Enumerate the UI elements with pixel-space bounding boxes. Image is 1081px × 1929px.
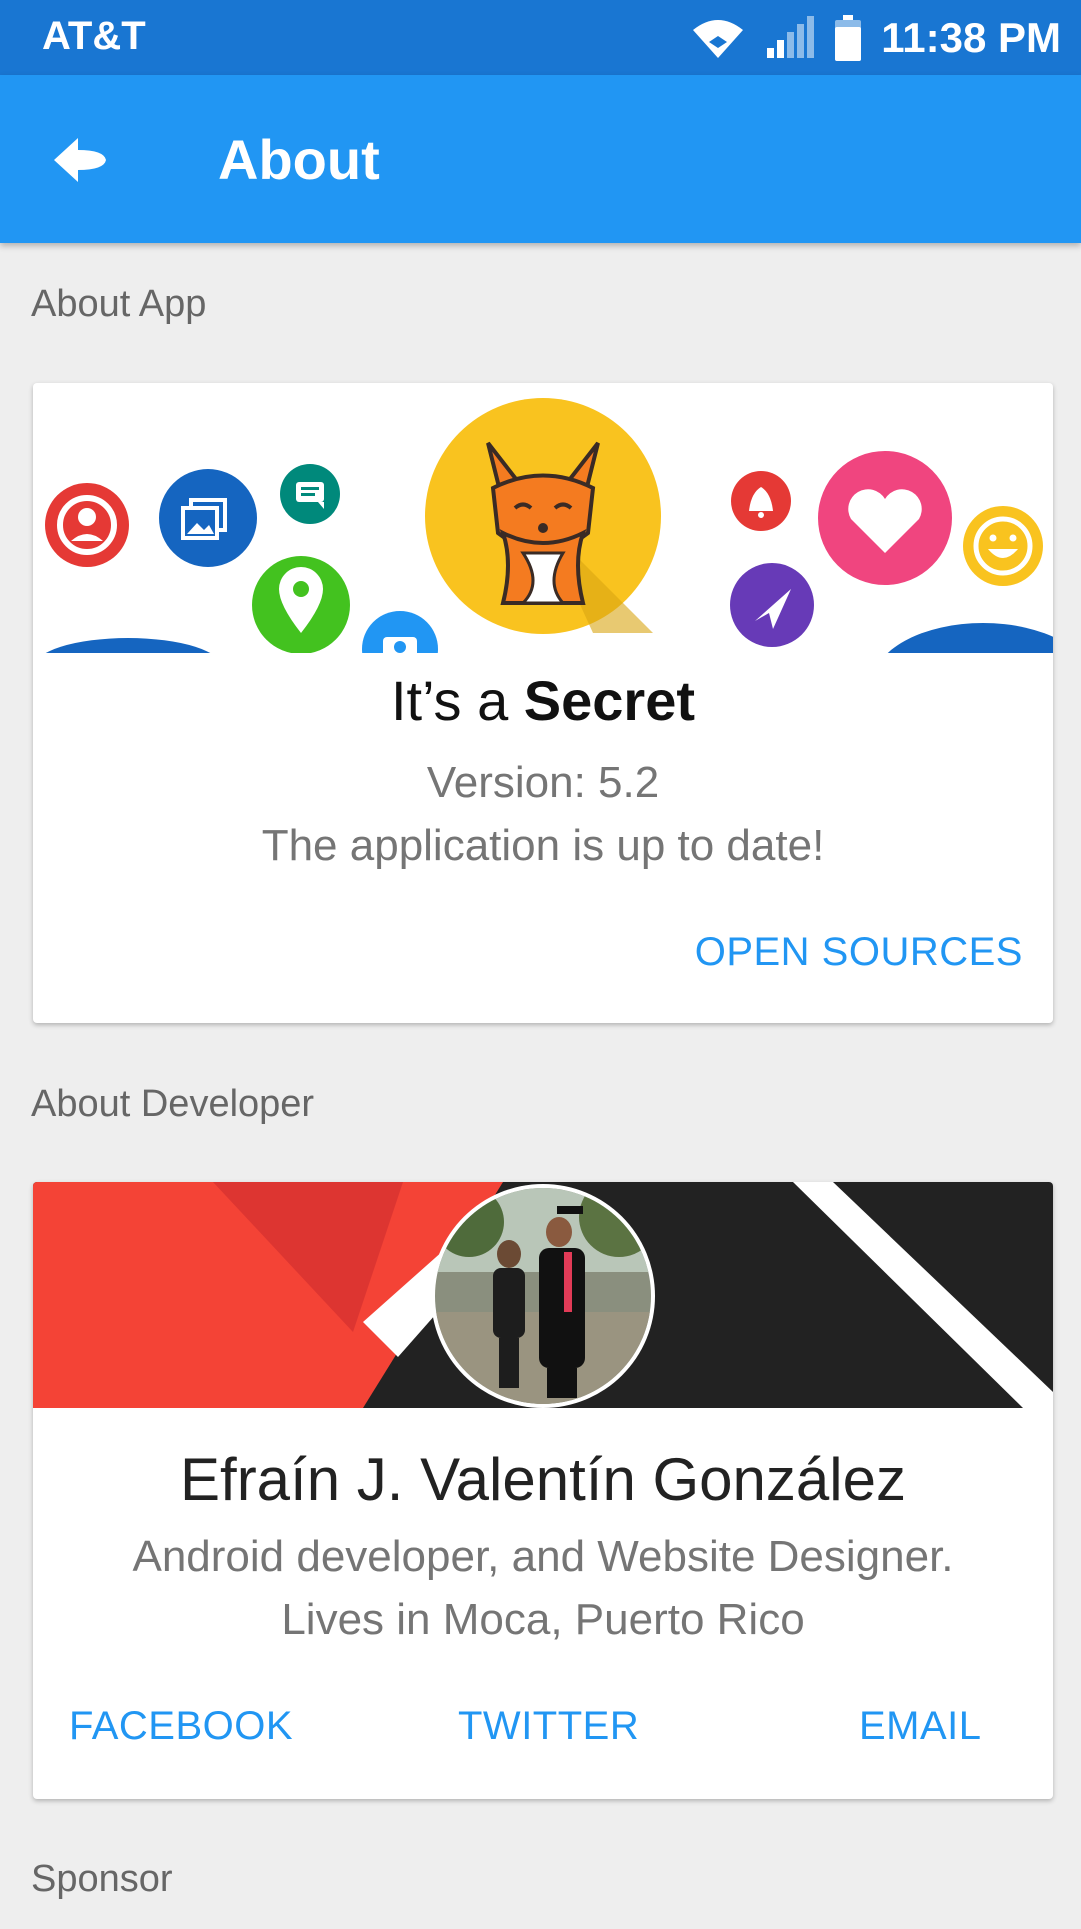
location-pin-icon [252,556,350,653]
section-header-about-app: About App [31,283,207,325]
developer-bio: Android developer, and Website Designer. [132,1532,954,1581]
avatar[interactable] [429,1182,657,1410]
section-header-about-developer: About Developer [31,1083,315,1125]
app-name: It’s a Secret [33,668,1053,733]
developer-name: Efraín J. Valentín González [180,1446,906,1513]
app-update-status: The application is up to date! [261,821,825,870]
email-button[interactable]: EMAIL [859,1704,982,1749]
gallery-icon [159,469,257,567]
app-name-bold: Secret [523,669,696,732]
app-name-prefix: It’s a [390,669,524,732]
fox-logo-icon [425,398,661,634]
about-developer-card: Efraín J. Valentín González Android deve… [33,1182,1053,1799]
status-bar: AT&T 11:38 PM [0,0,1081,75]
profile-icon [45,483,129,567]
camera-icon [362,611,438,653]
wifi-icon [693,20,744,58]
app-bar: About [0,75,1081,243]
twitter-button[interactable]: TWITTER [458,1704,639,1749]
chat-icon [280,464,340,524]
developer-location: Lives in Moca, Puerto Rico [281,1595,805,1644]
about-app-card: It’s a Secret Version: 5.2 The applicati… [33,383,1053,1023]
page-title: About [218,128,380,191]
status-icons: 11:38 PM [689,10,1061,66]
arrow-back-icon [54,138,106,182]
facebook-button[interactable]: FACEBOOK [69,1704,293,1749]
signal-icon [767,16,815,58]
carrier-label: AT&T [42,14,146,58]
back-button[interactable] [40,120,120,200]
smile-icon [963,506,1043,586]
battery-icon [835,15,862,61]
status-time: 11:38 PM [881,14,1061,61]
send-icon [730,563,814,647]
section-header-sponsor: Sponsor [31,1858,173,1900]
heart-icon [818,451,952,585]
app-version: Version: 5.2 [426,758,660,807]
app-banner [45,398,1053,653]
bell-icon [731,471,791,531]
open-sources-button[interactable]: OPEN SOURCES [695,930,1023,975]
